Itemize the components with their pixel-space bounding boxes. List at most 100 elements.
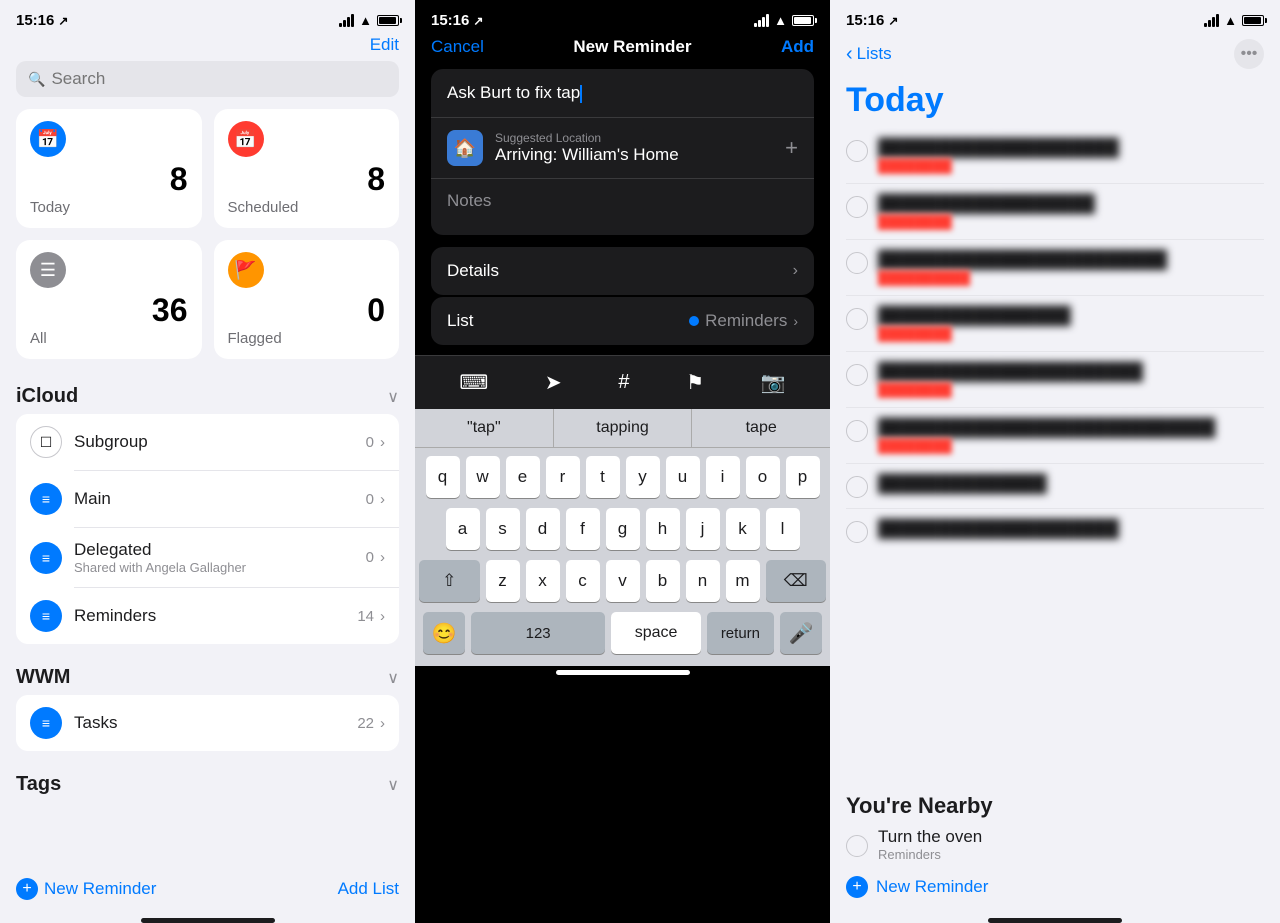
panel-header-left: Edit <box>0 33 415 61</box>
add-button[interactable]: Add <box>781 37 814 57</box>
key-m[interactable]: m <box>726 560 760 602</box>
toolbar-flag-button[interactable]: ⚑ <box>678 366 712 399</box>
smart-list-flagged[interactable]: 🚩 0 Flagged <box>214 240 400 359</box>
key-p[interactable]: p <box>786 456 820 498</box>
key-w[interactable]: w <box>466 456 500 498</box>
main-icon: ≡ <box>30 483 62 515</box>
list-item-reminders[interactable]: ≡ Reminders 14 › <box>16 588 399 644</box>
list-item-delegated[interactable]: ≡ Delegated Shared with Angela Gallagher… <box>16 528 399 587</box>
key-return[interactable]: return <box>707 612 774 654</box>
new-reminder-bottom[interactable]: + New Reminder <box>830 862 1280 912</box>
list-item-subgroup[interactable]: ☐ Subgroup 0 › <box>16 414 399 470</box>
key-k[interactable]: k <box>726 508 760 550</box>
all-icon: ☰ <box>30 252 66 288</box>
location-add-icon[interactable]: + <box>785 135 798 161</box>
key-e[interactable]: e <box>506 456 540 498</box>
key-n[interactable]: n <box>686 560 720 602</box>
todo-circle-2[interactable] <box>846 196 868 218</box>
delegated-count: 0 <box>366 549 374 566</box>
more-button[interactable]: ••• <box>1234 39 1264 69</box>
key-space[interactable]: space <box>611 612 701 654</box>
key-c[interactable]: c <box>566 560 600 602</box>
smart-list-all[interactable]: ☰ 36 All <box>16 240 202 359</box>
text-cursor <box>580 85 582 103</box>
wwm-header[interactable]: WWM ∨ <box>16 656 399 695</box>
location-icon-right: ↗ <box>888 14 898 28</box>
todo-circle-8[interactable] <box>846 521 868 543</box>
toolbar-location-button[interactable]: ➤ <box>537 366 570 399</box>
key-l[interactable]: l <box>766 508 800 550</box>
flagged-label: Flagged <box>228 330 386 347</box>
key-q[interactable]: q <box>426 456 460 498</box>
notes-area[interactable]: Notes <box>431 178 814 235</box>
location-label: Suggested Location <box>495 131 773 145</box>
key-row-4: 😊 123 space return 🎤 <box>419 612 826 662</box>
key-mic[interactable]: 🎤 <box>780 612 822 654</box>
toolbar-hashtag-button[interactable]: # <box>610 367 637 398</box>
key-delete[interactable]: ⌫ <box>766 560 827 602</box>
todo-circle-1[interactable] <box>846 140 868 162</box>
location-icon-left: ↗ <box>58 14 68 28</box>
key-z[interactable]: z <box>486 560 520 602</box>
key-u[interactable]: u <box>666 456 700 498</box>
key-i[interactable]: i <box>706 456 740 498</box>
todo-circle-5[interactable] <box>846 364 868 386</box>
time-right: 15:16 <box>846 12 884 29</box>
key-a[interactable]: a <box>446 508 480 550</box>
key-g[interactable]: g <box>606 508 640 550</box>
search-bar[interactable]: 🔍 <box>16 61 399 97</box>
cancel-button[interactable]: Cancel <box>431 37 484 57</box>
smart-list-today[interactable]: 📅 8 Today <box>16 109 202 228</box>
key-o[interactable]: o <box>746 456 780 498</box>
key-b[interactable]: b <box>646 560 680 602</box>
tags-header[interactable]: Tags ∨ <box>16 763 399 802</box>
back-chevron-icon: ‹ <box>846 43 853 66</box>
key-shift[interactable]: ⇧ <box>419 560 480 602</box>
todo-circle-4[interactable] <box>846 308 868 330</box>
key-j[interactable]: j <box>686 508 720 550</box>
key-x[interactable]: x <box>526 560 560 602</box>
keyboard-toolbar: ⌨ ➤ # ⚑ 📷 <box>415 355 830 409</box>
key-f[interactable]: f <box>566 508 600 550</box>
main-chevron: › <box>380 491 385 508</box>
key-s[interactable]: s <box>486 508 520 550</box>
key-emoji[interactable]: 😊 <box>423 612 465 654</box>
edit-button[interactable]: Edit <box>370 35 399 55</box>
back-button[interactable]: ‹ Lists <box>846 43 892 66</box>
todo-circle-3[interactable] <box>846 252 868 274</box>
search-input[interactable] <box>51 69 387 89</box>
autocomplete-tape[interactable]: tape <box>692 409 830 447</box>
list-row[interactable]: List Reminders › <box>431 297 814 345</box>
todo-circle-6[interactable] <box>846 420 868 442</box>
toolbar-camera-button[interactable]: 📷 <box>753 366 794 399</box>
smart-list-scheduled[interactable]: 📅 8 Scheduled <box>214 109 400 228</box>
nearby-circle[interactable] <box>846 835 868 857</box>
icloud-header[interactable]: iCloud ∨ <box>16 375 399 414</box>
new-reminder-button[interactable]: + New Reminder <box>16 878 156 900</box>
key-d[interactable]: d <box>526 508 560 550</box>
toolbar-grid-button[interactable]: ⌨ <box>451 366 496 399</box>
search-icon: 🔍 <box>28 71 45 88</box>
list-item-main[interactable]: ≡ Main 0 › <box>16 471 399 527</box>
autocomplete-tapping[interactable]: tapping <box>554 409 693 447</box>
key-123[interactable]: 123 <box>471 612 605 654</box>
reminders-chevron: › <box>380 608 385 625</box>
reminder-title-input[interactable]: Ask Burt to fix tap <box>447 83 580 102</box>
tasks-icon: ≡ <box>30 707 62 739</box>
key-h[interactable]: h <box>646 508 680 550</box>
add-list-button[interactable]: Add List <box>338 879 399 899</box>
key-t[interactable]: t <box>586 456 620 498</box>
autocomplete-tap[interactable]: "tap" <box>415 409 554 447</box>
nearby-item-title: Turn the oven <box>878 827 982 847</box>
delegated-name: Delegated <box>74 540 366 560</box>
key-r[interactable]: r <box>546 456 580 498</box>
page-title: Today <box>830 77 1280 128</box>
key-row-2: a s d f g h j k l <box>419 508 826 550</box>
bottom-bar-left: + New Reminder Add List <box>0 866 415 912</box>
today-item-2: ██████████████████ ████████ <box>846 184 1264 240</box>
key-v[interactable]: v <box>606 560 640 602</box>
key-y[interactable]: y <box>626 456 660 498</box>
todo-circle-7[interactable] <box>846 476 868 498</box>
details-row[interactable]: Details › <box>431 247 814 295</box>
list-item-tasks[interactable]: ≡ Tasks 22 › <box>16 695 399 751</box>
